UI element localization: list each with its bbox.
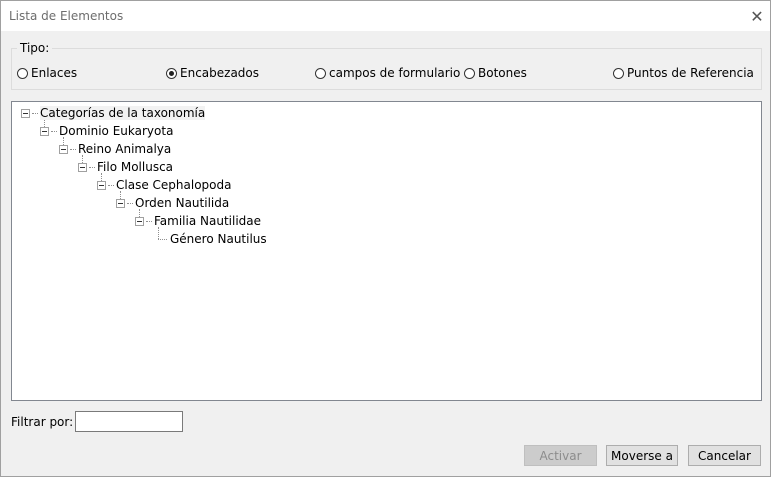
tree-item-label: Clase Cephalopoda [116,178,232,192]
tree-item-label: Filo Mollusca [97,160,174,174]
collapse-icon[interactable] [59,144,68,154]
radio-headings[interactable]: Encabezados [166,65,259,81]
collapse-icon[interactable] [97,180,106,190]
tree-item-label: Dominio Eukaryota [59,124,174,138]
tree-connector [70,148,76,150]
collapse-icon[interactable] [78,162,87,172]
headings-tree[interactable]: Categorías de la taxonomía Dominio Eukar… [11,101,762,401]
collapse-icon[interactable] [21,108,30,118]
radio-landmarks[interactable]: Puntos de Referencia [613,65,754,81]
tree-connector [146,220,152,222]
tree-item-label: Categorías de la taxonomía [40,106,206,120]
radio-buttons-circle-icon[interactable] [464,67,475,79]
tree-item-label: Reino Animalya [78,142,172,156]
tree-connector [127,202,133,204]
tree-item[interactable]: Familia Nautilidae [135,213,261,229]
radio-headings-label: Encabezados [180,66,260,80]
title-bar: Lista de Elementos ✕ [1,1,770,31]
close-icon[interactable]: ✕ [743,3,771,29]
collapse-icon[interactable] [116,198,125,208]
tree-connector [108,184,114,186]
radio-form-fields-label: campos de formulario [329,66,461,80]
type-group-label: Tipo: [17,41,53,55]
activate-button[interactable]: Activar [524,445,597,466]
tree-item[interactable]: Categorías de la taxonomía [21,105,206,121]
radio-landmarks-circle-icon[interactable] [613,67,624,79]
filter-label: Filtrar por: [11,415,74,429]
cancel-button[interactable]: Cancelar [688,445,761,466]
tree-item[interactable]: Clase Cephalopoda [97,177,231,193]
tree-item-label: Familia Nautilidae [154,214,262,228]
radio-headings-circle-icon[interactable] [166,67,177,79]
tree-connector [51,130,57,132]
tree-item[interactable]: Reino Animalya [59,141,171,157]
dialog-title: Lista de Elementos [9,9,124,23]
tree-item[interactable]: Género Nautilus [170,231,267,247]
tree-item[interactable]: Filo Mollusca [78,159,173,175]
radio-buttons-label: Botones [478,66,527,80]
tree-item-label: Orden Nautilida [135,196,230,210]
radio-links[interactable]: Enlaces [17,65,77,81]
filter-input[interactable] [75,411,183,432]
collapse-icon[interactable] [135,216,144,226]
tree-item[interactable]: Dominio Eukaryota [40,123,173,139]
tree-item-label: Género Nautilus [170,232,267,246]
radio-form-fields[interactable]: campos de formulario [315,65,460,81]
radio-buttons[interactable]: Botones [464,65,527,81]
radio-form-fields-circle-icon[interactable] [315,67,326,79]
tree-connector [89,166,95,168]
radio-links-label: Enlaces [31,66,78,80]
tree-item[interactable]: Orden Nautilida [116,195,229,211]
collapse-icon[interactable] [40,126,49,136]
radio-links-circle-icon[interactable] [17,67,28,79]
tree-connector [32,112,38,114]
move-to-button[interactable]: Moverse a [606,445,678,466]
radio-landmarks-label: Puntos de Referencia [627,66,754,80]
tree-connector [158,239,167,240]
